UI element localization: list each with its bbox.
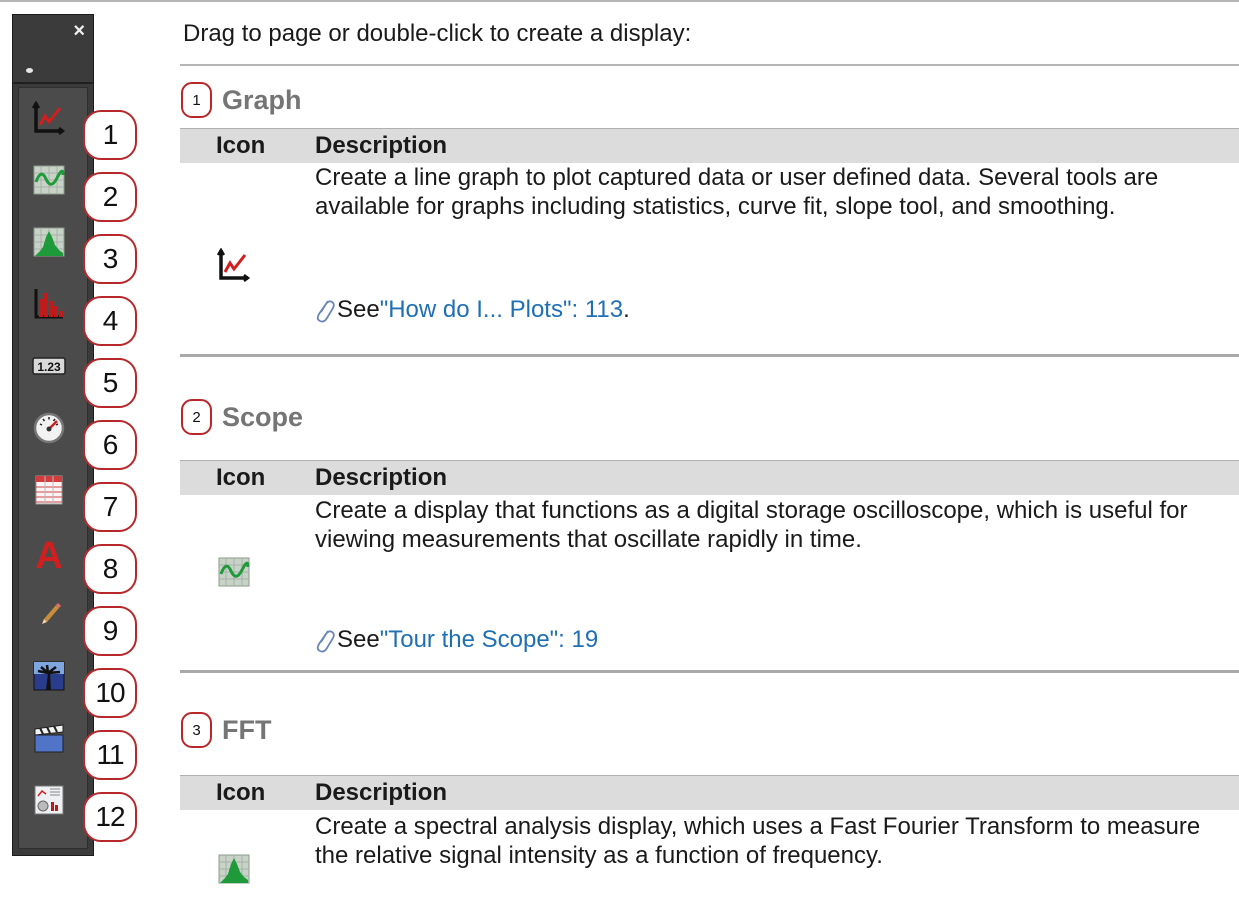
section-number-badge: 1 <box>181 82 212 118</box>
paperclip-icon <box>316 300 335 323</box>
section-title: Scope <box>222 401 304 432</box>
row-description: Create a display that functions as a dig… <box>315 497 1188 553</box>
section-number-badge: 2 <box>181 399 212 435</box>
section-header-scope: 2 Scope <box>181 397 303 437</box>
svg-text:1.23: 1.23 <box>37 360 61 374</box>
callout-3: 3 <box>83 234 137 284</box>
section-divider <box>180 354 1239 357</box>
text-icon: A <box>35 535 62 569</box>
column-header-icon: Icon <box>216 132 266 159</box>
callout-11: 11 <box>83 730 137 780</box>
column-header-icon: Icon <box>216 464 266 491</box>
callout-8: 8 <box>83 544 137 594</box>
template-icon <box>34 785 64 815</box>
section-title: FFT <box>222 714 272 745</box>
callout-12: 12 <box>83 792 137 842</box>
callout-5: 5 <box>83 358 137 408</box>
column-header-description: Description <box>315 779 448 806</box>
palette-item-scope[interactable] <box>19 154 81 206</box>
palette-item-table[interactable] <box>19 464 81 516</box>
fft-icon <box>33 227 65 257</box>
section-header-fft: 3 FFT <box>181 710 271 750</box>
palette-item-template[interactable] <box>19 774 81 826</box>
palette-item-pencil[interactable] <box>19 588 81 640</box>
palette-item-histogram[interactable] <box>19 278 81 330</box>
see-prefix: See <box>337 296 380 323</box>
line-graph-icon <box>32 101 66 135</box>
section-title: Graph <box>222 84 302 115</box>
intro-text: Drag to page or double-click to create a… <box>183 20 692 47</box>
see-prefix: See <box>337 626 380 653</box>
table-icon <box>35 475 63 505</box>
top-divider <box>0 0 1239 2</box>
section-divider <box>180 64 1239 66</box>
fft-icon <box>218 854 250 884</box>
see-link-plots[interactable]: "How do I... Plots": 113 <box>380 296 623 324</box>
column-header-description: Description <box>315 464 448 491</box>
palette-item-meter[interactable] <box>19 402 81 454</box>
see-also: See "How do I... Plots": 113 . <box>313 296 630 324</box>
grip-icon[interactable] <box>26 68 33 73</box>
scope-icon <box>218 557 250 587</box>
palette-item-image[interactable] <box>19 650 81 702</box>
close-icon[interactable]: × <box>73 21 85 41</box>
palette-item-fft[interactable] <box>19 216 81 268</box>
digits-icon: 1.23 <box>32 357 66 375</box>
callout-4: 4 <box>83 296 137 346</box>
callout-1: 1 <box>83 110 137 160</box>
palette-divider <box>13 82 93 84</box>
callout-10: 10 <box>83 668 137 718</box>
table-header: Icon Description <box>180 775 1239 810</box>
histogram-icon <box>34 289 63 319</box>
svg-text:A: A <box>35 535 62 569</box>
column-header-icon: Icon <box>216 779 266 806</box>
palette-strip: 1.23 A <box>18 87 88 849</box>
table-header: Icon Description <box>180 128 1239 163</box>
see-also: See "Tour the Scope": 19 <box>313 626 598 654</box>
movie-icon <box>34 724 64 753</box>
display-palette: × 1.23 A <box>12 14 94 856</box>
callout-7: 7 <box>83 482 137 532</box>
meter-icon <box>33 412 65 444</box>
section-number-badge: 3 <box>181 712 212 748</box>
scope-icon <box>33 165 65 195</box>
section-divider <box>180 670 1239 673</box>
section-header-graph: 1 Graph <box>181 80 302 120</box>
row-description: Create a spectral analysis display, whic… <box>315 813 1201 869</box>
palette-item-text[interactable]: A <box>19 526 81 578</box>
row-description: Create a line graph to plot captured dat… <box>315 164 1159 220</box>
callout-9: 9 <box>83 606 137 656</box>
see-suffix: . <box>623 296 630 323</box>
palette-item-graph[interactable] <box>19 92 81 144</box>
column-header-description: Description <box>315 132 448 159</box>
callout-2: 2 <box>83 172 137 222</box>
callout-6: 6 <box>83 420 137 470</box>
table-header: Icon Description <box>180 460 1239 495</box>
pencil-icon <box>42 603 61 624</box>
line-graph-icon <box>217 248 251 282</box>
see-link-scope[interactable]: "Tour the Scope": 19 <box>380 626 599 654</box>
palette-item-movie[interactable] <box>19 712 81 764</box>
image-icon <box>33 661 65 691</box>
palette-item-digits[interactable]: 1.23 <box>19 340 81 392</box>
paperclip-icon <box>316 630 335 653</box>
